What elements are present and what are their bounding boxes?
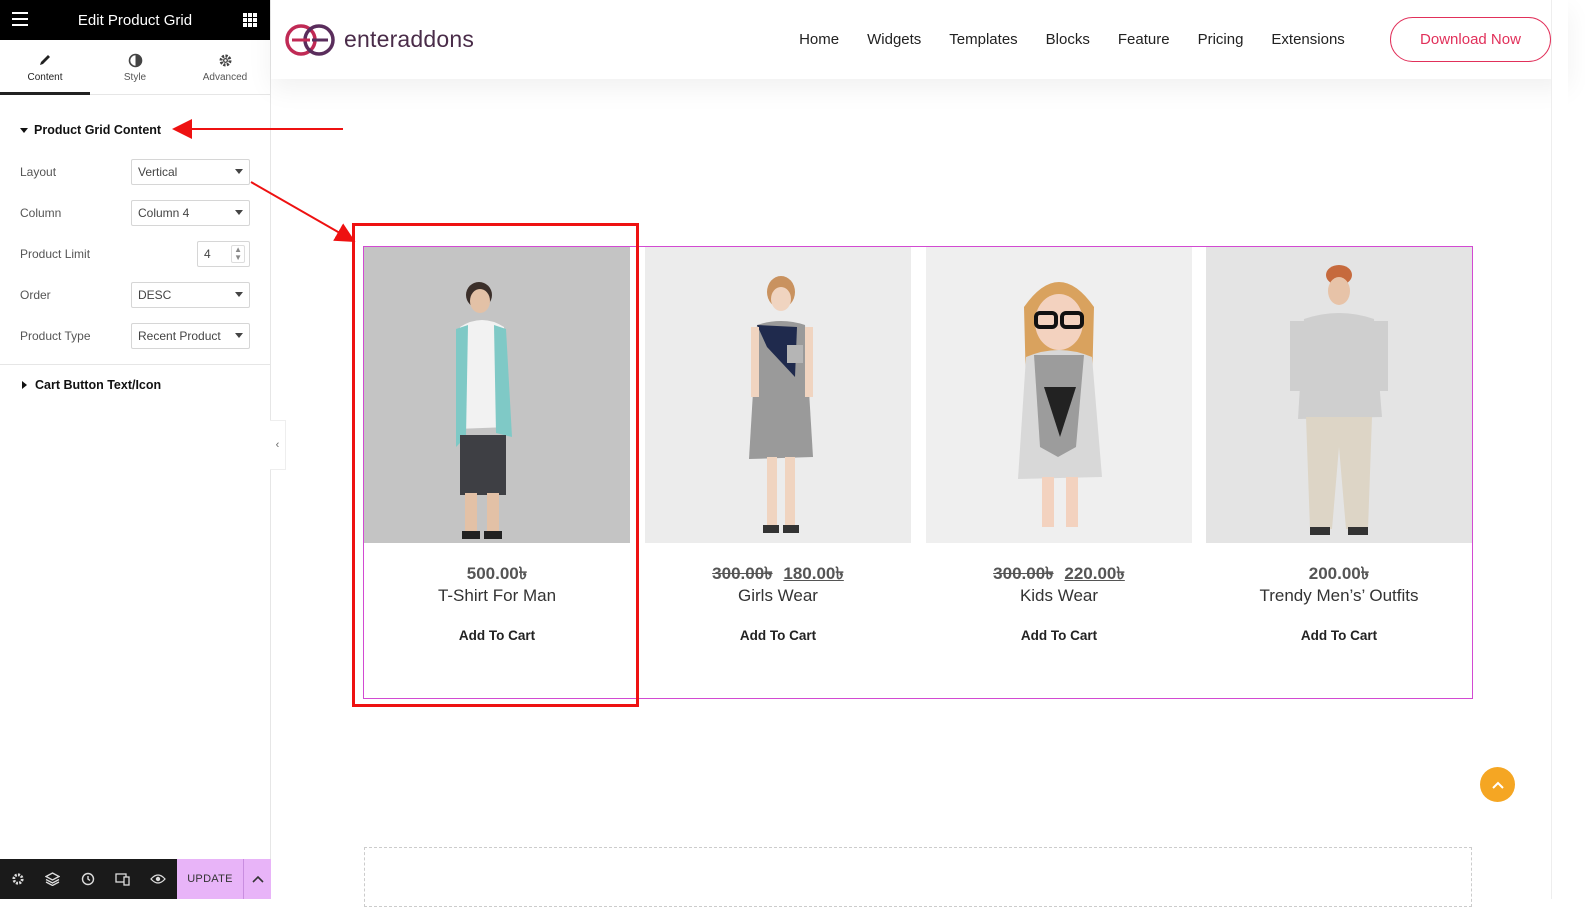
- product-limit-input[interactable]: 4 ▲ ▼: [197, 240, 250, 267]
- editor-tabs: Content Style Advanced: [0, 40, 270, 95]
- update-button[interactable]: UPDATE: [177, 859, 243, 899]
- next-section-placeholder: [364, 847, 1472, 907]
- tab-advanced-label: Advanced: [202, 72, 248, 83]
- editor-title: Edit Product Grid: [77, 11, 193, 29]
- price-current: 180.00৳: [783, 564, 844, 583]
- price-old: 300.00৳: [712, 564, 773, 583]
- gear-icon: [218, 51, 233, 69]
- site-header: enteraddons Home Widgets Templates Block…: [271, 0, 1568, 79]
- order-select[interactable]: DESC: [131, 281, 250, 308]
- page-scrollbar[interactable]: [1551, 0, 1568, 899]
- site-preview: enteraddons Home Widgets Templates Block…: [271, 0, 1568, 907]
- tab-content[interactable]: Content: [0, 40, 90, 95]
- dropdown-arrow-icon: [235, 292, 243, 297]
- dropdown-arrow-icon: [235, 210, 243, 215]
- responsive-icon[interactable]: [105, 859, 140, 899]
- nav-pricing[interactable]: Pricing: [1198, 31, 1244, 48]
- column-value: Column 4: [138, 205, 190, 220]
- logo-text: enteraddons: [344, 26, 475, 52]
- chevron-up-icon: [1491, 781, 1504, 789]
- settings-gear-icon[interactable]: [0, 859, 35, 899]
- price-old: 300.00৳: [993, 564, 1054, 583]
- product-limit-control: Product Limit 4 ▲ ▼: [0, 233, 270, 274]
- product-name[interactable]: Kids Wear: [926, 586, 1192, 606]
- number-stepper[interactable]: ▲ ▼: [231, 244, 245, 263]
- product-image[interactable]: [926, 247, 1192, 543]
- tab-content-label: Content: [27, 72, 63, 83]
- order-control: Order DESC: [0, 274, 270, 315]
- eye-icon[interactable]: [140, 859, 175, 899]
- editor-footer: UPDATE: [0, 859, 271, 899]
- section2-title: Cart Button Text/Icon: [35, 378, 162, 392]
- hamburger-menu-icon[interactable]: [12, 12, 28, 30]
- layout-select[interactable]: Vertical: [131, 158, 250, 185]
- order-label: Order: [20, 287, 51, 302]
- add-to-cart-button[interactable]: Add To Cart: [645, 628, 911, 643]
- product-limit-label: Product Limit: [20, 246, 91, 261]
- nav-templates[interactable]: Templates: [949, 31, 1017, 48]
- product-price: 300.00৳ 180.00৳: [645, 561, 911, 589]
- caret-down-icon: [20, 127, 28, 133]
- apps-grid-icon[interactable]: [243, 13, 257, 27]
- chevron-down-icon[interactable]: ▼: [234, 253, 242, 262]
- column-control: Column Column 4: [0, 192, 270, 233]
- highlight-box: [352, 223, 639, 707]
- product-price: 300.00৳ 220.00৳: [926, 561, 1192, 589]
- product-card: 300.00৳ 220.00৳ Kids Wear Add To Cart: [926, 247, 1192, 698]
- product-limit-value: 4: [204, 246, 211, 261]
- cart-button-section[interactable]: Cart Button Text/Icon: [0, 365, 270, 405]
- caret-right-icon: [22, 381, 27, 389]
- price-current: 220.00৳: [1064, 564, 1125, 583]
- product-name[interactable]: Trendy Men’s’ Outfits: [1206, 586, 1472, 606]
- column-select[interactable]: Column 4: [131, 199, 250, 226]
- main-nav: Home Widgets Templates Blocks Feature Pr…: [799, 31, 1373, 48]
- half-circle-icon: [128, 51, 143, 69]
- nav-widgets[interactable]: Widgets: [867, 31, 921, 48]
- add-to-cart-button[interactable]: Add To Cart: [1206, 628, 1472, 643]
- product-type-control: Product Type Recent Product: [0, 315, 270, 356]
- download-now-button[interactable]: Download Now: [1390, 17, 1551, 62]
- dropdown-arrow-icon: [235, 333, 243, 338]
- dropdown-arrow-icon: [235, 169, 243, 174]
- product-price: 200.00৳: [1206, 561, 1472, 589]
- editor-header: Edit Product Grid: [0, 0, 270, 40]
- order-value: DESC: [138, 287, 172, 302]
- product-card: 300.00৳ 180.00৳ Girls Wear Add To Cart: [645, 247, 911, 698]
- nav-blocks[interactable]: Blocks: [1046, 31, 1090, 48]
- nav-home[interactable]: Home: [799, 31, 839, 48]
- product-type-label: Product Type: [20, 328, 91, 343]
- layers-icon[interactable]: [35, 859, 70, 899]
- add-to-cart-button[interactable]: Add To Cart: [926, 628, 1192, 643]
- product-type-select[interactable]: Recent Product: [131, 322, 250, 349]
- nav-extensions[interactable]: Extensions: [1271, 31, 1344, 48]
- pencil-icon: [38, 51, 52, 69]
- product-image[interactable]: [645, 247, 911, 543]
- tab-style-label: Style: [123, 72, 147, 83]
- layout-control: Layout Vertical: [0, 151, 270, 192]
- history-icon[interactable]: [70, 859, 105, 899]
- editor-panel: Edit Product Grid Content Style Advanced…: [0, 0, 271, 899]
- product-name[interactable]: Girls Wear: [645, 586, 911, 606]
- scroll-to-top-button[interactable]: [1480, 767, 1515, 802]
- column-label: Column: [20, 205, 62, 220]
- logo-mark-icon: [284, 23, 338, 57]
- layout-label: Layout: [20, 164, 57, 179]
- layout-value: Vertical: [138, 164, 178, 179]
- logo[interactable]: enteraddons: [284, 23, 474, 57]
- nav-feature[interactable]: Feature: [1118, 31, 1170, 48]
- product-image[interactable]: [1206, 247, 1472, 543]
- product-card: 200.00৳ Trendy Men’s’ Outfits Add To Car…: [1206, 247, 1472, 698]
- section-title: Product Grid Content: [34, 123, 162, 137]
- chevron-up-icon[interactable]: [243, 859, 271, 899]
- product-type-value: Recent Product: [138, 328, 221, 343]
- price-current: 200.00৳: [1308, 564, 1370, 583]
- tab-style[interactable]: Style: [90, 40, 180, 94]
- tab-advanced[interactable]: Advanced: [180, 40, 270, 94]
